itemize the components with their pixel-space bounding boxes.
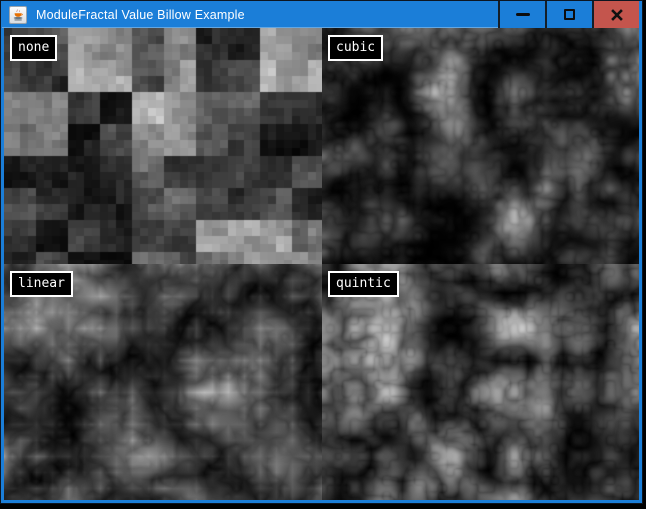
noise-canvas-none	[4, 28, 322, 264]
panel-linear: linear	[4, 264, 322, 500]
app-window: ModuleFractal Value Billow Example none …	[0, 0, 643, 504]
panel-none: none	[4, 28, 322, 264]
panel-cubic: cubic	[322, 28, 639, 264]
maximize-icon	[564, 9, 575, 20]
window-controls	[498, 1, 639, 28]
close-button[interactable]	[594, 1, 639, 28]
java-coffee-cup-icon	[11, 8, 25, 22]
maximize-button[interactable]	[547, 1, 592, 28]
noise-grid: none cubic linear quintic	[4, 28, 639, 500]
panel-label-linear: linear	[10, 271, 73, 297]
panel-label-quintic: quintic	[328, 271, 399, 297]
window-title: ModuleFractal Value Billow Example	[36, 8, 498, 22]
panel-label-none: none	[10, 35, 57, 61]
minimize-button[interactable]	[500, 1, 545, 28]
minimize-icon	[516, 13, 530, 16]
title-bar[interactable]: ModuleFractal Value Billow Example	[4, 1, 639, 28]
close-icon	[611, 9, 623, 21]
panel-label-cubic: cubic	[328, 35, 383, 61]
panel-quintic: quintic	[322, 264, 639, 500]
java-icon[interactable]	[9, 6, 27, 24]
noise-canvas-cubic	[322, 28, 639, 264]
noise-canvas-linear	[4, 264, 322, 500]
noise-canvas-quintic	[322, 264, 639, 500]
